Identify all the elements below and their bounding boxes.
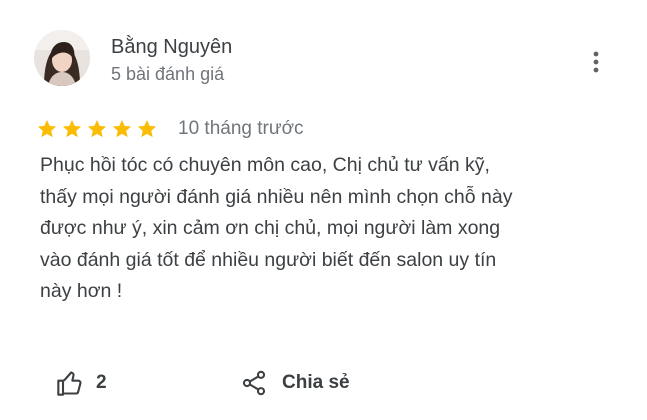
share-button[interactable]: Chia sẻ (240, 366, 350, 400)
avatar-image (34, 30, 90, 86)
star-icon (87, 120, 107, 138)
review-text-line: Phục hồi tóc có chuyên môn cao, Chị chủ … (40, 154, 490, 176)
author-name[interactable]: Bằng Nguyên (111, 36, 232, 59)
avatar[interactable] (34, 30, 90, 86)
star-icon (112, 120, 132, 138)
more-vert-icon (593, 51, 599, 73)
review-card: Bằng Nguyên 5 bài đánh giá 10 tháng trướ… (0, 0, 647, 420)
star-rating (36, 118, 158, 140)
thumb-up-icon (57, 371, 82, 396)
share-icon (242, 370, 266, 396)
like-button[interactable]: 2 (56, 366, 107, 400)
review-text-line: thấy mọi người đánh giá nhiều nên mình c… (40, 185, 513, 208)
more-options-button[interactable] (582, 48, 610, 76)
star-icon (62, 120, 82, 138)
share-label: Chia sẻ (282, 372, 350, 393)
author-review-count[interactable]: 5 bài đánh giá (111, 64, 224, 85)
review-text: Phục hồi tóc có chuyên môn cao, Chị chủ … (40, 150, 620, 308)
review-text-line: được như ý, xin cảm ơn chị chủ, mọi ngườ… (40, 217, 501, 239)
review-text-line: này hơn ! (40, 280, 123, 302)
review-actions: 2 Chia sẻ (0, 360, 647, 410)
star-icon (37, 120, 57, 138)
review-text-line: vào đánh giá tốt để nhiều người biết đến… (40, 248, 497, 271)
like-count: 2 (96, 372, 107, 393)
star-icon (137, 120, 157, 138)
review-time: 10 tháng trước (178, 118, 304, 139)
